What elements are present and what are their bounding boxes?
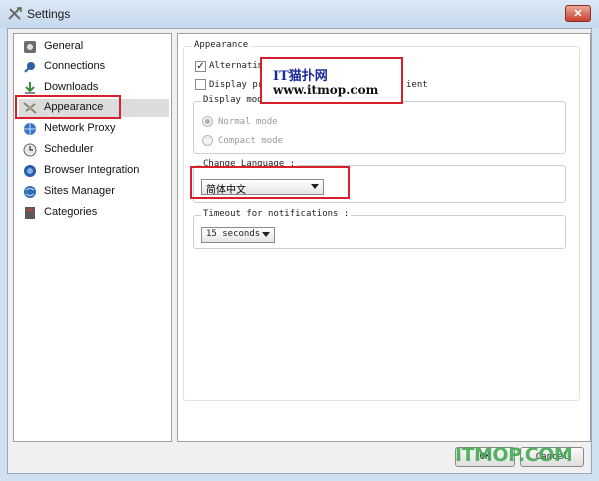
window-title: Settings xyxy=(27,7,71,21)
radio-selected-dot xyxy=(205,119,210,124)
sidebar-item-label: Network Proxy xyxy=(44,122,116,134)
timeout-select-value: 15 seconds xyxy=(206,229,261,239)
sidebar-item-categories[interactable]: Categories xyxy=(19,204,169,222)
title-bar[interactable]: Settings ✕ xyxy=(0,0,599,28)
settings-window: Settings ✕ General Connections Downloads… xyxy=(0,0,599,481)
sites-icon xyxy=(24,186,36,198)
watermark-bottom: ITMOP.COM xyxy=(455,444,573,466)
timeout-select[interactable]: 15 seconds xyxy=(201,227,275,243)
watermark-box: IT猫扑网 www.itmop.com xyxy=(260,57,403,104)
compact-mode-radio[interactable] xyxy=(202,135,213,146)
browser-icon xyxy=(24,165,36,177)
compact-mode-label: Compact mode xyxy=(218,136,284,146)
sidebar-item-network-proxy[interactable]: Network Proxy xyxy=(19,120,169,138)
window-bottom-edge xyxy=(0,474,599,481)
download-icon xyxy=(25,82,35,94)
globe-icon xyxy=(24,123,36,135)
app-icon xyxy=(8,7,22,20)
close-button[interactable]: ✕ xyxy=(565,5,591,22)
display-mode-group: Display mode xyxy=(193,95,566,154)
sidebar-item-general[interactable]: General xyxy=(19,38,169,56)
gear-icon xyxy=(24,41,36,53)
categories-icon xyxy=(25,207,35,219)
sidebar-item-label: Downloads xyxy=(44,81,99,93)
normal-mode-label: Normal mode xyxy=(218,117,278,127)
chevron-down-icon xyxy=(262,232,270,237)
normal-mode-radio[interactable] xyxy=(202,116,213,127)
alternating-label: Alternatin xyxy=(209,61,264,71)
display-checkbox[interactable] xyxy=(195,79,206,90)
sidebar-item-browser-integration[interactable]: Browser Integration xyxy=(19,162,169,180)
sidebar-item-sites-manager[interactable]: Sites Manager xyxy=(19,183,169,201)
alternating-checkbox[interactable]: ✓ xyxy=(195,61,206,72)
sidebar-item-label: Categories xyxy=(44,206,98,218)
sidebar-item-label: Browser Integration xyxy=(44,164,140,176)
timeout-title: Timeout for notifications : xyxy=(201,209,352,219)
watermark-title: IT猫扑网 xyxy=(273,69,328,84)
clock-icon xyxy=(23,143,37,157)
highlight-box-appearance xyxy=(15,95,121,119)
highlight-box-language xyxy=(190,166,350,199)
watermark-url: www.itmop.com xyxy=(273,83,379,97)
sidebar-item-connections[interactable]: Connections xyxy=(19,58,169,76)
sidebar-item-label: Sites Manager xyxy=(44,185,115,197)
display-label: Display pr xyxy=(209,80,264,90)
sidebar-item-label: Scheduler xyxy=(44,143,94,155)
sidebar-item-scheduler[interactable]: Scheduler xyxy=(19,141,169,159)
connections-icon xyxy=(24,62,35,73)
sidebar-item-label: Connections xyxy=(44,60,106,72)
display-label-tail: ient xyxy=(406,80,428,90)
sidebar-item-label: General xyxy=(44,40,84,52)
appearance-section-title: Appearance xyxy=(192,40,251,50)
